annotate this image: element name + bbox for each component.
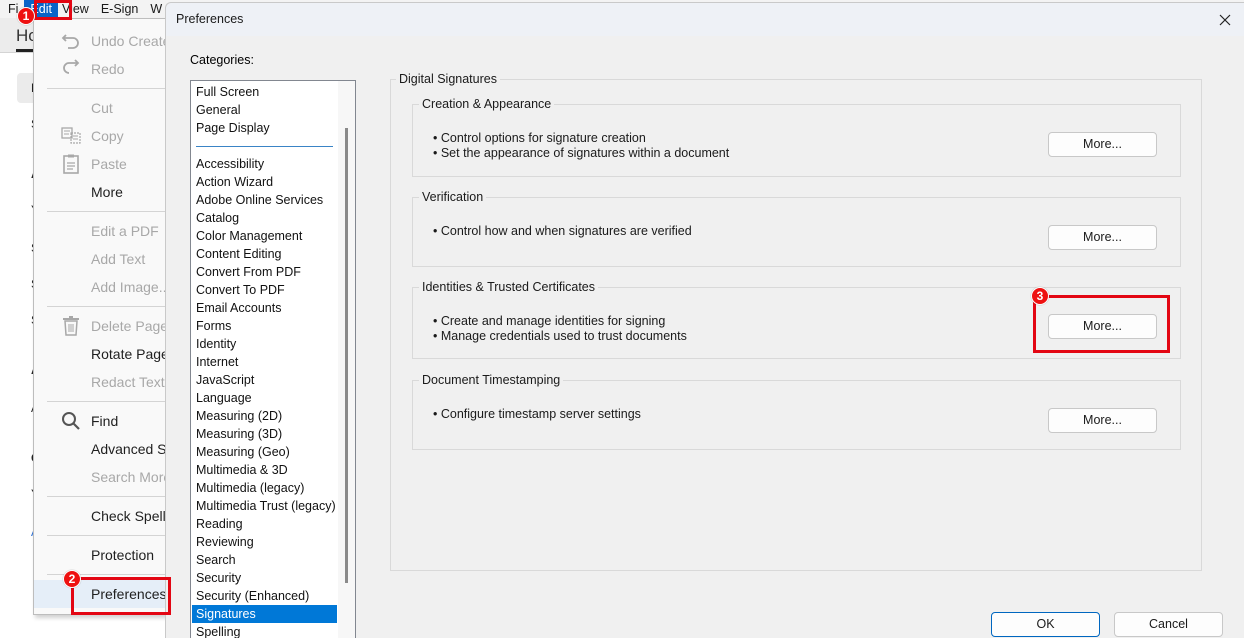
menu-item-copy[interactable]: Copy: [34, 122, 166, 150]
categories-list[interactable]: Full Screen General Page Display Accessi…: [190, 80, 356, 638]
annotation-badge-3: 3: [1031, 287, 1049, 305]
category-item-selected[interactable]: Signatures: [192, 605, 337, 623]
menu-item-undo[interactable]: Undo Create: [34, 27, 166, 55]
menu-item-redo[interactable]: Redo: [34, 55, 166, 83]
menu-item-edit-pdf[interactable]: Edit a PDF: [34, 217, 166, 245]
category-item[interactable]: Reading: [192, 515, 337, 533]
panel-title: Digital Signatures: [396, 72, 500, 86]
dialog-title: Preferences: [176, 12, 244, 26]
category-item[interactable]: Catalog: [192, 209, 337, 227]
menu-separator: [47, 535, 166, 536]
group-title: Verification: [419, 190, 487, 204]
menu-item-find[interactable]: Find: [34, 407, 166, 435]
category-divider: [196, 146, 333, 147]
group-bullet: • Set the appearance of signatures withi…: [433, 146, 730, 160]
group-bullet: • Create and manage identities for signi…: [433, 314, 666, 328]
menu-item-redact-text[interactable]: Redact Text: [34, 368, 166, 396]
category-item[interactable]: Multimedia (legacy): [192, 479, 337, 497]
menu-esign[interactable]: E-Sign: [93, 0, 143, 18]
menu-item-protection[interactable]: Protection: [34, 541, 166, 569]
group-bullet: • Control options for signature creation: [433, 131, 646, 145]
category-item[interactable]: Page Display: [192, 119, 337, 137]
category-item[interactable]: JavaScript: [192, 371, 337, 389]
category-item[interactable]: Full Screen: [192, 83, 337, 101]
group-bullet: • Control how and when signatures are ve…: [433, 224, 692, 238]
undo-icon: [60, 31, 82, 51]
menu-item-search-more[interactable]: Search More: [34, 463, 166, 491]
menu-item-add-text[interactable]: Add Text: [34, 245, 166, 273]
category-item[interactable]: Spelling: [192, 623, 337, 638]
menu-separator: [47, 88, 166, 89]
group-title: Identities & Trusted Certificates: [419, 280, 598, 294]
category-item[interactable]: Reviewing: [192, 533, 337, 551]
menu-window[interactable]: W: [142, 0, 166, 18]
menu-item-rotate-pages[interactable]: Rotate Pages: [34, 340, 166, 368]
menu-item-cut[interactable]: Cut: [34, 94, 166, 122]
group-identities-certificates: Identities & Trusted Certificates • Crea…: [412, 280, 1181, 359]
edit-menu: Undo Create Redo Cut Copy Paste More Edi…: [33, 18, 167, 615]
trash-icon: [60, 316, 82, 336]
category-item[interactable]: Content Editing: [192, 245, 337, 263]
annotation-badge-2: 2: [63, 570, 81, 588]
category-item[interactable]: Forms: [192, 317, 337, 335]
timestamping-more-button[interactable]: More...: [1048, 408, 1157, 433]
categories-label: Categories:: [190, 53, 254, 67]
category-item[interactable]: Measuring (2D): [192, 407, 337, 425]
group-title: Document Timestamping: [419, 373, 564, 387]
menu-separator: [47, 211, 166, 212]
group-document-timestamping: Document Timestamping • Configure timest…: [412, 373, 1181, 450]
category-item[interactable]: Email Accounts: [192, 299, 337, 317]
menu-view[interactable]: View: [58, 0, 93, 18]
category-item[interactable]: Measuring (Geo): [192, 443, 337, 461]
dialog-titlebar[interactable]: Preferences: [166, 3, 1244, 36]
close-icon: [1219, 14, 1231, 26]
group-bullet: • Manage credentials used to trust docum…: [433, 329, 687, 343]
category-item[interactable]: Security (Enhanced): [192, 587, 337, 605]
annotation-badge-1: 1: [17, 7, 35, 25]
categories-scrollbar[interactable]: [338, 81, 355, 638]
search-icon: [60, 411, 82, 431]
group-creation-appearance: Creation & Appearance • Control options …: [412, 97, 1181, 177]
category-item[interactable]: Convert From PDF: [192, 263, 337, 281]
category-item[interactable]: Search: [192, 551, 337, 569]
copy-icon: [60, 126, 82, 146]
menu-item-more[interactable]: More: [34, 178, 166, 206]
redo-icon: [60, 59, 82, 79]
creation-more-button[interactable]: More...: [1048, 132, 1157, 157]
category-item[interactable]: Adobe Online Services: [192, 191, 337, 209]
cancel-button[interactable]: Cancel: [1114, 612, 1223, 637]
category-item[interactable]: Accessibility: [192, 155, 337, 173]
identities-more-button[interactable]: More...: [1048, 314, 1157, 339]
menu-separator: [47, 401, 166, 402]
menu-item-preferences[interactable]: Preferences...: [34, 580, 166, 608]
category-item[interactable]: Action Wizard: [192, 173, 337, 191]
ok-button[interactable]: OK: [991, 612, 1100, 637]
menu-item-paste[interactable]: Paste: [34, 150, 166, 178]
paste-icon: [60, 154, 82, 174]
menu-item-check-spelling[interactable]: Check Spelling: [34, 502, 166, 530]
group-verification: Verification • Control how and when sign…: [412, 190, 1181, 267]
category-item[interactable]: Measuring (3D): [192, 425, 337, 443]
category-item[interactable]: Internet: [192, 353, 337, 371]
category-item[interactable]: Identity: [192, 335, 337, 353]
close-button[interactable]: [1214, 9, 1236, 31]
menu-item-add-image[interactable]: Add Image...: [34, 273, 166, 301]
preferences-dialog: Preferences Categories: Full Screen Gene…: [165, 2, 1244, 638]
category-item[interactable]: Convert To PDF: [192, 281, 337, 299]
category-item[interactable]: Language: [192, 389, 337, 407]
group-bullet: • Configure timestamp server settings: [433, 407, 641, 421]
scrollbar-thumb[interactable]: [345, 128, 348, 583]
category-item[interactable]: Multimedia Trust (legacy): [192, 497, 337, 515]
menu-item-advanced-search[interactable]: Advanced Search: [34, 435, 166, 463]
category-item[interactable]: General: [192, 101, 337, 119]
category-item[interactable]: Multimedia & 3D: [192, 461, 337, 479]
menu-item-delete-pages[interactable]: Delete Pages: [34, 312, 166, 340]
category-item[interactable]: Color Management: [192, 227, 337, 245]
group-title: Creation & Appearance: [419, 97, 555, 111]
menu-separator: [47, 306, 166, 307]
verification-more-button[interactable]: More...: [1048, 225, 1157, 250]
menu-separator: [47, 496, 166, 497]
category-item[interactable]: Security: [192, 569, 337, 587]
